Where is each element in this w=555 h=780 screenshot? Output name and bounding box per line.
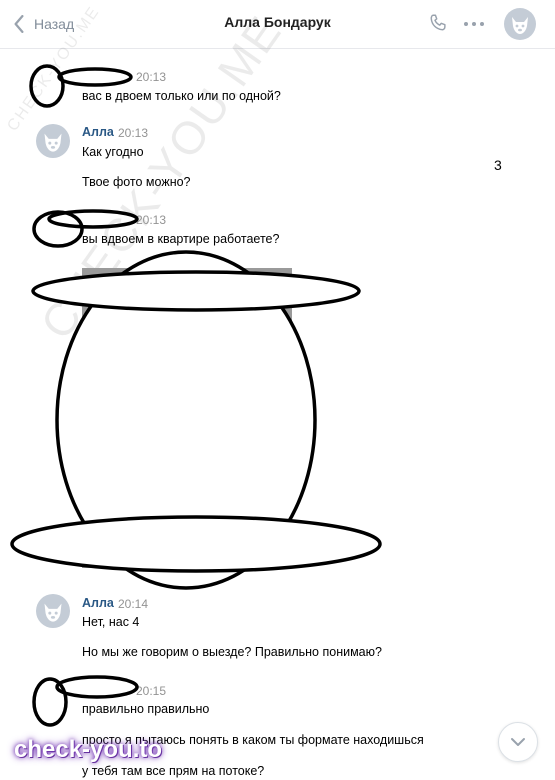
message-time: 20:13 (136, 70, 167, 84)
avatar-dog-icon[interactable] (504, 8, 536, 40)
side-number: 3 (494, 157, 502, 173)
message-text: Нет, нас 4 (82, 615, 140, 629)
message-text: Как угодно (82, 145, 144, 159)
message-time: 20:15 (136, 684, 167, 698)
avatar[interactable] (36, 594, 70, 628)
message-time: 20:13 (136, 213, 167, 227)
obscured-photo (82, 268, 292, 568)
message-time: 20:13 (118, 126, 149, 140)
more-icon[interactable] (463, 14, 485, 34)
sender-name[interactable]: Алла (82, 596, 114, 610)
message-text: Но мы же говорим о выезде? Правильно пон… (82, 645, 382, 659)
message-text: у тебя там все прям на потоке? (82, 764, 265, 778)
scroll-down-button[interactable] (498, 722, 538, 762)
sender-name[interactable]: Алла (82, 125, 114, 139)
message-text: вы вдвоем в квартире работаете? (82, 232, 280, 246)
phone-icon[interactable] (427, 12, 449, 34)
site-watermark-badge: check-you.to (14, 736, 163, 763)
message-text: правильно правильно (82, 702, 210, 716)
avatar[interactable] (36, 124, 70, 158)
message-text: вас в двоем только или по одной? (82, 89, 281, 103)
chevron-down-icon (511, 738, 525, 746)
avatar-dog-icon (36, 124, 70, 158)
message-time: 20:14 (118, 597, 149, 611)
avatar-dog-icon (36, 594, 70, 628)
message-text: Твое фото можно? (82, 175, 191, 189)
